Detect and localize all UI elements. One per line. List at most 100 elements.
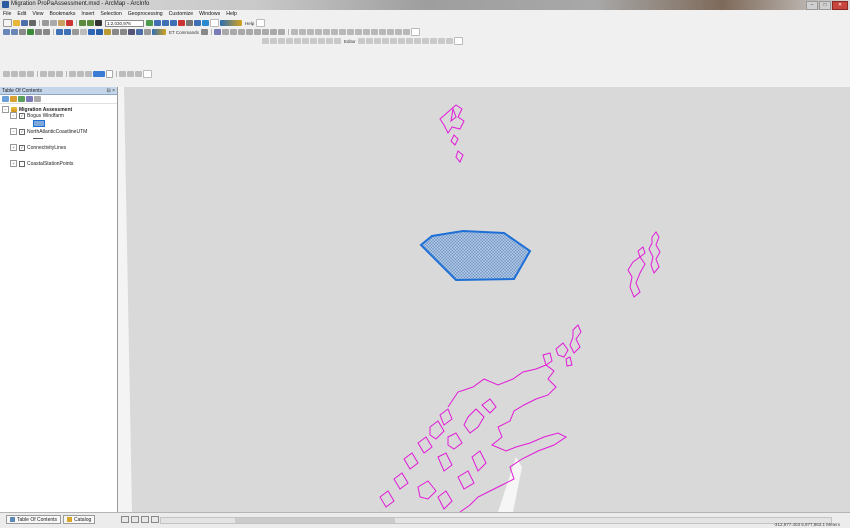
sketch-tool-icon[interactable]	[213, 29, 221, 35]
map-canvas[interactable]	[118, 87, 850, 512]
et-tool-icon[interactable]	[200, 29, 208, 35]
rotate-icon[interactable]	[253, 29, 261, 35]
menu-edit[interactable]: Edit	[14, 11, 29, 17]
modelbuilder-icon[interactable]	[194, 20, 201, 26]
zoom-100-icon[interactable]	[40, 71, 47, 77]
copy-icon[interactable]	[50, 20, 57, 26]
delete-icon[interactable]	[66, 20, 73, 26]
versioning-icon[interactable]	[354, 29, 362, 35]
editor-tool-icon[interactable]	[318, 38, 325, 44]
animation-icon[interactable]	[394, 29, 402, 35]
effects-icon[interactable]	[402, 29, 410, 35]
viewer-icon[interactable]	[144, 29, 151, 35]
clear-selection-icon[interactable]	[80, 29, 87, 35]
help-dropdown[interactable]: Help	[245, 21, 254, 26]
cut-polygons-icon[interactable]	[237, 29, 245, 35]
cogo-icon[interactable]	[330, 29, 338, 35]
print-icon[interactable]	[29, 20, 36, 26]
toc-layer-row[interactable]: + ✓ ConnectivityLines	[10, 144, 66, 151]
paste-icon[interactable]	[58, 20, 65, 26]
toc-pin-close-buttons[interactable]: ⊟ ×	[107, 88, 116, 94]
measure-icon[interactable]	[112, 29, 119, 35]
open-folder-icon[interactable]	[13, 20, 20, 26]
map-scale-input[interactable]: 1:2,030,976	[105, 19, 144, 27]
focus-frame-icon[interactable]	[85, 71, 92, 77]
windfarm-symbol-swatch[interactable]	[33, 120, 45, 127]
advanced-editing-icon[interactable]	[314, 29, 322, 35]
toc-layer-row[interactable]: − ✓ Bogus Windfarm	[10, 112, 64, 119]
schematic-icon[interactable]	[386, 29, 394, 35]
list-by-visibility-icon[interactable]	[18, 96, 25, 102]
toolbar-options-icon[interactable]	[410, 28, 420, 36]
tracking-icon[interactable]	[378, 29, 386, 35]
change-layout-icon[interactable]	[93, 71, 105, 77]
layer-checkbox[interactable]: ✓	[19, 128, 25, 135]
undo-icon[interactable]	[79, 20, 86, 26]
editor-tool-icon[interactable]	[262, 38, 269, 44]
editor-tool-icon[interactable]	[413, 38, 421, 44]
tab-catalog[interactable]: Catalog	[63, 515, 96, 524]
menu-bookmarks[interactable]: Bookmarks	[46, 11, 78, 17]
list-by-selection-icon[interactable]	[26, 96, 33, 102]
sketch-properties-icon[interactable]	[269, 29, 277, 35]
search-window-icon[interactable]	[170, 20, 177, 26]
route-editing-icon[interactable]	[346, 29, 354, 35]
menu-insert[interactable]: Insert	[78, 11, 97, 17]
page-setup-icon[interactable]	[127, 71, 134, 77]
map-display[interactable]	[118, 87, 850, 512]
spatial-adjustment-icon[interactable]	[322, 29, 330, 35]
layout-zoom-out-icon[interactable]	[11, 71, 18, 77]
dropdown-arrow-icon[interactable]	[106, 70, 113, 78]
list-by-drawing-order-icon[interactable]	[2, 96, 9, 102]
toc-layer-row[interactable]: + CoastalStationPoints	[10, 160, 73, 167]
editor-tool-icon[interactable]	[334, 38, 341, 44]
layer-checkbox[interactable]	[19, 160, 25, 167]
coastline-symbol-swatch[interactable]	[33, 138, 43, 139]
editor-tool-icon[interactable]	[389, 38, 397, 44]
editor-tool-icon[interactable]	[286, 38, 293, 44]
editor-tool-icon[interactable]	[294, 38, 301, 44]
arctoolbox-icon[interactable]	[178, 20, 185, 26]
close-button[interactable]: ✕	[832, 1, 848, 10]
collapse-icon[interactable]: −	[10, 112, 17, 119]
select-features-icon[interactable]	[72, 29, 79, 35]
et-logo-icon[interactable]	[152, 29, 166, 35]
editor-tool-icon[interactable]	[397, 38, 405, 44]
horizontal-scrollbar[interactable]	[160, 517, 832, 524]
layout-back-icon[interactable]	[48, 71, 55, 77]
editor-tool-icon[interactable]	[421, 38, 429, 44]
snapping-icon[interactable]	[298, 29, 306, 35]
editor-tool-icon[interactable]	[302, 38, 309, 44]
attributes-icon[interactable]	[261, 29, 269, 35]
topology-tool-icon[interactable]	[290, 29, 298, 35]
python-window-icon[interactable]	[186, 20, 193, 26]
find-icon[interactable]	[104, 29, 111, 35]
time-slider-icon[interactable]	[136, 29, 143, 35]
layer-checkbox[interactable]: ✓	[19, 112, 25, 119]
menu-windows[interactable]: Windows	[196, 11, 223, 17]
data-view-button[interactable]	[121, 516, 129, 523]
toggle-draft-icon[interactable]	[77, 71, 84, 77]
parcel-editor-icon[interactable]	[338, 29, 346, 35]
whats-this-icon[interactable]	[202, 20, 209, 26]
collapse-icon[interactable]: −	[10, 128, 17, 135]
identify-icon[interactable]	[96, 29, 103, 35]
catalog-window-icon[interactable]	[162, 20, 169, 26]
zoom-percent-icon[interactable]	[69, 71, 76, 77]
menu-file[interactable]: File	[0, 11, 14, 17]
scrollbar-thumb[interactable]	[235, 518, 395, 523]
toolbar-options-icon[interactable]	[210, 19, 219, 27]
zoom-in-icon[interactable]	[3, 29, 10, 35]
menu-view[interactable]: View	[29, 11, 46, 17]
menu-customize[interactable]: Customize	[166, 11, 197, 17]
add-data-icon[interactable]	[95, 20, 102, 26]
select-elements-icon[interactable]	[88, 29, 95, 35]
georeferencing-icon[interactable]	[306, 29, 314, 35]
editor-tool-icon[interactable]	[357, 38, 365, 44]
geometric-network-icon[interactable]	[362, 29, 370, 35]
layout-zoom-in-icon[interactable]	[3, 71, 10, 77]
refresh-button[interactable]	[141, 516, 149, 523]
editor-tool-icon[interactable]	[326, 38, 333, 44]
et-commands-dropdown[interactable]: ET Commands	[169, 30, 199, 35]
toc-options-icon[interactable]	[34, 96, 41, 102]
